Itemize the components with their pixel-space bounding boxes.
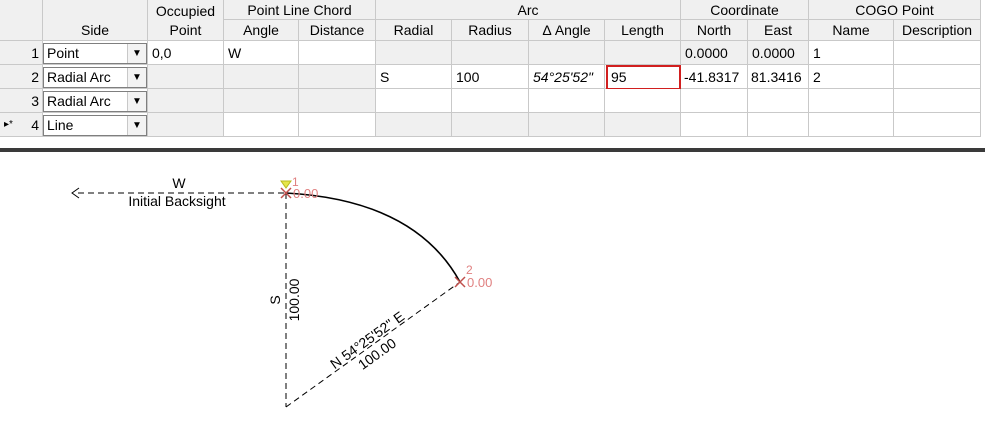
- east-cell: [748, 113, 809, 137]
- distance-cell[interactable]: [299, 41, 376, 65]
- point-1-elevation: 0.00: [293, 186, 318, 201]
- point-name-cell[interactable]: 1: [809, 41, 894, 65]
- radius-cell[interactable]: 100: [452, 65, 529, 89]
- dropdown-arrow-icon[interactable]: ▼: [127, 92, 146, 111]
- north-cell: [681, 113, 748, 137]
- description-cell[interactable]: [894, 41, 981, 65]
- radial-arc: [285, 192, 461, 283]
- delta-angle-cell[interactable]: 54°25'52": [529, 65, 605, 89]
- delta-angle-cell[interactable]: [529, 113, 605, 137]
- dropdown-arrow-icon[interactable]: ▼: [127, 116, 146, 135]
- row-header[interactable]: 3: [0, 89, 43, 113]
- radius-cell[interactable]: [452, 113, 529, 137]
- radial-distance-label: 100.00: [286, 278, 302, 321]
- row-number: 3: [31, 93, 39, 109]
- header-arc: Arc: [376, 0, 681, 20]
- length-cell[interactable]: [605, 41, 681, 65]
- north-cell: 0.0000: [681, 41, 748, 65]
- distance-cell[interactable]: [299, 65, 376, 89]
- new-row-marker-icon: ▸*: [4, 119, 13, 130]
- dropdown-arrow-icon[interactable]: ▼: [127, 68, 146, 87]
- east-cell: 0.0000: [748, 41, 809, 65]
- backsight-label: Initial Backsight: [128, 193, 225, 209]
- header-distance[interactable]: Distance: [299, 20, 376, 41]
- point-name-cell[interactable]: [809, 89, 894, 113]
- point-name-cell[interactable]: [809, 113, 894, 137]
- occupied-point-cell[interactable]: [148, 65, 224, 89]
- length-cell[interactable]: [605, 113, 681, 137]
- header-description[interactable]: Description: [894, 20, 981, 41]
- side-combobox[interactable]: Point ▼: [43, 43, 147, 64]
- occupied-point-cell[interactable]: 0,0: [148, 41, 224, 65]
- point-name-cell[interactable]: 2: [809, 65, 894, 89]
- header-east[interactable]: East: [748, 20, 809, 41]
- east-cell: 81.3416: [748, 65, 809, 89]
- north-cell: [681, 89, 748, 113]
- radial-cell[interactable]: [376, 89, 452, 113]
- point-2-elevation: 0.00: [467, 275, 492, 290]
- header-occupied-point[interactable]: Occupied Point: [148, 0, 224, 41]
- header-radial[interactable]: Radial: [376, 20, 452, 41]
- row-header[interactable]: 2: [0, 65, 43, 89]
- header-angle[interactable]: Angle: [224, 20, 299, 41]
- occupied-point-cell[interactable]: [148, 89, 224, 113]
- side-combobox[interactable]: Line ▼: [43, 115, 147, 136]
- length-cell[interactable]: [605, 89, 681, 113]
- side-value: Radial Arc: [47, 93, 111, 109]
- description-cell[interactable]: [894, 113, 981, 137]
- radial-cell[interactable]: [376, 41, 452, 65]
- header-side[interactable]: Side: [43, 0, 148, 41]
- distance-cell[interactable]: [299, 89, 376, 113]
- header-length[interactable]: Length: [605, 20, 681, 41]
- angle-cell[interactable]: [224, 113, 299, 137]
- traverse-drawing: W Initial Backsight S 100.00 N 54°25'52"…: [71, 175, 492, 408]
- header-radius[interactable]: Radius: [452, 20, 529, 41]
- east-cell: [748, 89, 809, 113]
- header-name[interactable]: Name: [809, 20, 894, 41]
- row-header[interactable]: ▸* 4: [0, 113, 43, 137]
- row-number: 4: [31, 117, 39, 133]
- traverse-grid: Side Occupied Point Point Line Chord Arc…: [0, 0, 985, 148]
- radius-cell[interactable]: [452, 41, 529, 65]
- header-delta-angle[interactable]: Δ Angle: [529, 20, 605, 41]
- radius-cell[interactable]: [452, 89, 529, 113]
- radial-cell[interactable]: S: [376, 65, 452, 89]
- side-combobox[interactable]: Radial Arc ▼: [43, 67, 147, 88]
- north-cell: -41.8317: [681, 65, 748, 89]
- header-point-line-chord: Point Line Chord: [224, 0, 376, 20]
- angle-cell[interactable]: W: [224, 41, 299, 65]
- side-value: Line: [47, 117, 74, 133]
- description-cell[interactable]: [894, 65, 981, 89]
- row-header[interactable]: 1: [0, 41, 43, 65]
- point-2-marker-icon: [454, 276, 466, 288]
- occupied-point-cell[interactable]: [148, 113, 224, 137]
- row-number: 2: [31, 69, 39, 85]
- angle-cell[interactable]: [224, 65, 299, 89]
- side-combobox[interactable]: Radial Arc ▼: [43, 91, 147, 112]
- row-number: 1: [31, 45, 39, 61]
- header-north[interactable]: North: [681, 20, 748, 41]
- radial-cell[interactable]: [376, 113, 452, 137]
- corner-header: [0, 0, 43, 41]
- dropdown-arrow-icon[interactable]: ▼: [127, 44, 146, 63]
- delta-angle-cell[interactable]: [529, 41, 605, 65]
- backsight-arrow-icon: [71, 187, 80, 199]
- angle-cell[interactable]: [224, 89, 299, 113]
- distance-cell[interactable]: [299, 113, 376, 137]
- side-value: Radial Arc: [47, 69, 111, 85]
- delta-angle-cell[interactable]: [529, 89, 605, 113]
- radial-direction-label: S: [267, 295, 283, 304]
- side-value: Point: [47, 45, 79, 61]
- backsight-direction-label: W: [172, 175, 186, 191]
- backsight-marker-icon: [280, 180, 292, 189]
- description-cell[interactable]: [894, 89, 981, 113]
- header-cogo-point: COGO Point: [809, 0, 981, 20]
- length-input-active[interactable]: 95: [606, 65, 681, 90]
- header-coordinate: Coordinate: [681, 0, 809, 20]
